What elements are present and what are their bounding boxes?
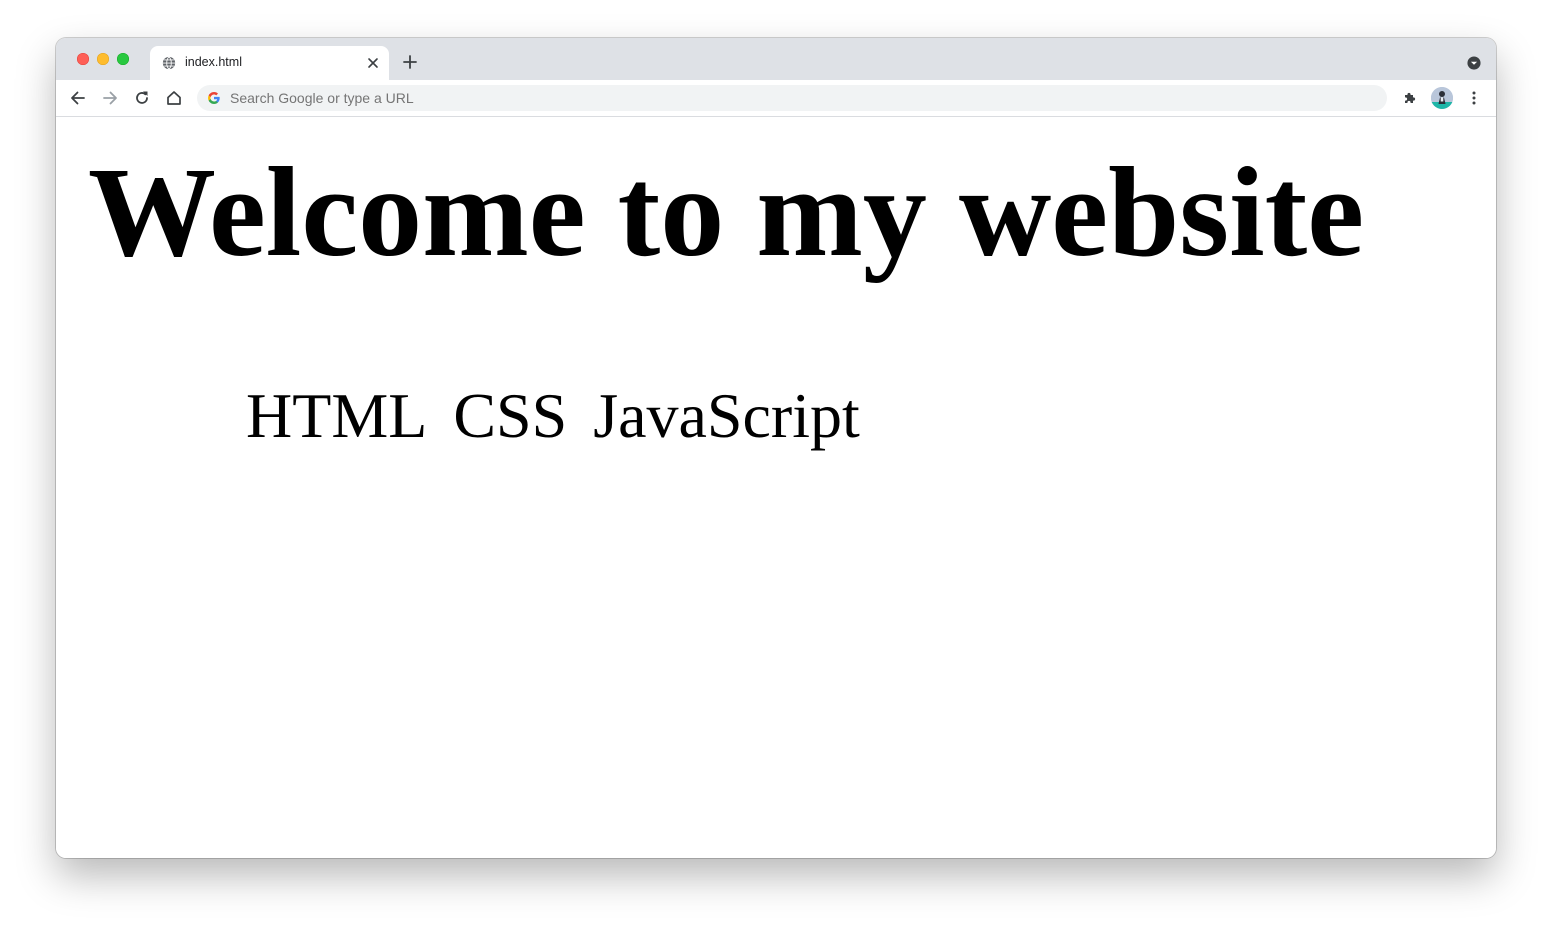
plus-icon[interactable]: [402, 54, 418, 70]
tech-list: HTML CSS JavaScript: [246, 379, 870, 453]
page-heading: Welcome to my website: [88, 141, 1365, 283]
tech-item-html: HTML: [246, 380, 428, 451]
arrow-left-icon[interactable]: [69, 89, 87, 107]
omnibox-input[interactable]: [230, 90, 1330, 106]
browser-window: index.html Search Google or type a URL W…: [56, 38, 1496, 858]
tech-item-javascript: JavaScript: [593, 380, 860, 451]
toolbar: [56, 80, 1496, 117]
tab-title: index.html: [185, 55, 242, 69]
google-g-icon: [208, 92, 220, 104]
profile-image: [1431, 87, 1453, 109]
title-bar: index.html: [56, 38, 1496, 80]
reload-icon[interactable]: [133, 89, 151, 107]
home-icon[interactable]: [165, 89, 183, 107]
globe-icon: [162, 56, 176, 70]
minimize-window-button[interactable]: [97, 53, 109, 65]
kebab-menu-icon[interactable]: [1465, 89, 1483, 107]
arrow-right-icon[interactable]: [101, 89, 119, 107]
avatar[interactable]: [1431, 87, 1453, 109]
chevron-down-circle-icon[interactable]: [1467, 56, 1481, 70]
puzzle-icon[interactable]: [1401, 89, 1419, 107]
maximize-window-button[interactable]: [117, 53, 129, 65]
tab-index-html[interactable]: index.html: [150, 46, 389, 80]
close-icon[interactable]: [365, 55, 381, 71]
close-window-button[interactable]: [77, 53, 89, 65]
address-bar[interactable]: [197, 85, 1387, 111]
page-content: Welcome to my website HTML CSS JavaScrip…: [56, 117, 1496, 858]
tech-item-css: CSS: [453, 380, 568, 451]
